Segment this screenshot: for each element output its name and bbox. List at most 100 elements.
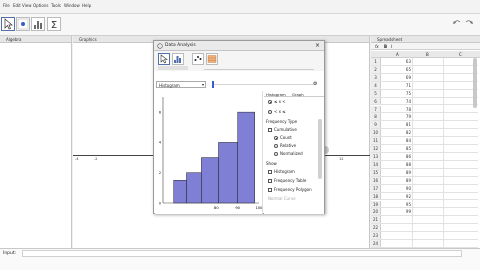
sum-tool-button[interactable]: Σ — [47, 17, 61, 31]
close-icon[interactable]: × — [315, 41, 320, 51]
radio-dot — [268, 110, 272, 114]
row-number[interactable]: 19 — [371, 200, 381, 208]
relative-radio[interactable]: Relative — [274, 143, 296, 148]
redo-icon[interactable] — [464, 18, 474, 28]
cell-value[interactable]: 84 — [387, 137, 411, 145]
data-analysis-dialog: Data Analysis × Histogram ▾ ⚙ 80 90 100 0 2 4… — [153, 40, 325, 214]
options-gear-icon[interactable]: ⚙ — [313, 81, 317, 87]
cell-value[interactable]: 86 — [387, 153, 411, 161]
row-number[interactable]: 21 — [371, 216, 381, 224]
row-number[interactable]: 4 — [371, 81, 381, 89]
cell-value[interactable]: 69 — [387, 74, 411, 82]
row-number[interactable]: 20 — [371, 208, 381, 216]
point-tool-button[interactable] — [16, 17, 30, 31]
column-c-header[interactable]: C — [459, 52, 462, 57]
row-number[interactable]: 13 — [371, 153, 381, 160]
row-number[interactable]: 12 — [371, 145, 381, 152]
frequency-polygon-checkbox[interactable]: Frequency Polygon — [268, 187, 312, 192]
cell-value[interactable]: 88 — [387, 161, 411, 169]
table-row: 20 99 — [371, 208, 478, 217]
row-number[interactable]: 11 — [371, 137, 381, 145]
cell-value[interactable]: 95 — [387, 201, 411, 209]
column-b-header[interactable]: B — [426, 52, 429, 57]
row-number[interactable]: 7 — [371, 105, 381, 113]
normal-curve-option[interactable]: Normal Curve — [268, 196, 296, 201]
menu-help[interactable]: Help — [82, 3, 91, 8]
cell-value[interactable]: 78 — [387, 106, 411, 114]
cell-value[interactable]: 74 — [387, 98, 411, 106]
menu-view[interactable]: View — [22, 3, 32, 8]
radio-left-closed[interactable]: ≤ x < — [268, 99, 286, 104]
menu-file[interactable]: File — [3, 3, 10, 8]
cell-value[interactable]: 63 — [387, 58, 411, 66]
cell-value[interactable]: 89 — [387, 169, 411, 177]
axis-tick-label: 12 — [339, 157, 344, 161]
cell-value[interactable]: 90 — [387, 185, 411, 193]
row-number[interactable]: 15 — [371, 168, 381, 176]
row-number[interactable]: 9 — [371, 121, 381, 129]
row-number[interactable]: 3 — [371, 73, 381, 81]
menu-tools[interactable]: Tools — [51, 3, 61, 8]
table-row: 9 81 — [371, 121, 478, 130]
cell-value[interactable]: 65 — [387, 66, 411, 74]
table-row: 6 74 — [371, 97, 478, 106]
row-number[interactable]: 6 — [371, 97, 381, 105]
row-number[interactable]: 2 — [371, 65, 381, 73]
cell-value[interactable]: 85 — [387, 145, 411, 153]
cell-value[interactable]: 82 — [387, 129, 411, 137]
statistics-tool-button[interactable] — [31, 17, 45, 31]
x-tick-label: 100 — [256, 206, 263, 210]
chart-type-dropdown[interactable]: Histogram ▾ — [156, 81, 206, 88]
row-number[interactable]: 14 — [371, 160, 381, 168]
cell-value[interactable]: 89 — [387, 177, 411, 185]
dialog-scatter-button[interactable] — [192, 53, 204, 65]
row-number[interactable]: 16 — [371, 176, 381, 184]
cumulative-checkbox[interactable]: Cumulative — [268, 127, 297, 132]
dialog-move-button[interactable] — [158, 53, 170, 65]
move-tool-button[interactable] — [1, 17, 15, 31]
menu-edit[interactable]: Edit — [13, 3, 21, 8]
dialog-table-button[interactable] — [206, 53, 218, 65]
histogram-checkbox[interactable]: Histogram — [268, 169, 295, 174]
table-row: 8 79 — [371, 113, 478, 122]
row-number[interactable]: 17 — [371, 184, 381, 192]
cell-value[interactable]: 81 — [387, 121, 411, 129]
bin-slider-track[interactable] — [214, 84, 314, 85]
tab-histogram[interactable]: Histogram — [266, 92, 286, 97]
cell-value[interactable]: 99 — [387, 208, 411, 216]
cell-value[interactable]: 71 — [387, 82, 411, 90]
options-scrollbar[interactable] — [318, 119, 322, 179]
column-a-header[interactable]: A — [396, 52, 399, 57]
checkbox-box — [268, 188, 272, 192]
bin-slider-handle[interactable] — [212, 81, 214, 88]
cell-value[interactable]: 79 — [387, 113, 411, 121]
undo-icon[interactable] — [452, 18, 462, 28]
bold-icon[interactable]: B — [384, 44, 387, 49]
count-radio[interactable]: Count — [274, 135, 292, 140]
function-icon[interactable]: fx — [375, 44, 379, 49]
cell-value[interactable]: 75 — [387, 90, 411, 98]
frequency-table-checkbox[interactable]: Frequency Table — [268, 178, 306, 183]
row-number[interactable]: 8 — [371, 113, 381, 121]
tab-graph[interactable]: Graph — [292, 92, 304, 97]
row-number[interactable]: 1 — [371, 58, 381, 65]
radio-right-closed[interactable]: < x ≤ — [268, 109, 286, 114]
row-number[interactable]: 18 — [371, 192, 381, 200]
dialog-histogram-button[interactable] — [172, 53, 184, 65]
row-number[interactable]: 5 — [371, 89, 381, 97]
row-number[interactable]: 22 — [371, 224, 381, 232]
italic-icon[interactable]: I — [391, 44, 392, 49]
spreadsheet-column-header: A B C — [371, 51, 480, 58]
cell-value[interactable]: 92 — [387, 193, 411, 201]
input-field[interactable] — [22, 250, 462, 257]
row-number[interactable]: 24 — [371, 240, 381, 247]
normalized-radio[interactable]: Normalized — [274, 151, 303, 156]
spreadsheet-scrollbar[interactable] — [473, 58, 477, 108]
menu-options[interactable]: Options — [33, 3, 48, 8]
row-number[interactable]: 10 — [371, 129, 381, 137]
radio-label: Count — [280, 135, 292, 140]
svg-text:Σ: Σ — [51, 20, 57, 30]
spreadsheet-grid: 1 63 2 65 3 69 4 71 5 75 6 74 7 78 8 79 9 81 10 82 11 84 12 85 1… — [371, 58, 478, 248]
menu-window[interactable]: Window — [64, 3, 80, 8]
row-number[interactable]: 23 — [371, 232, 381, 240]
